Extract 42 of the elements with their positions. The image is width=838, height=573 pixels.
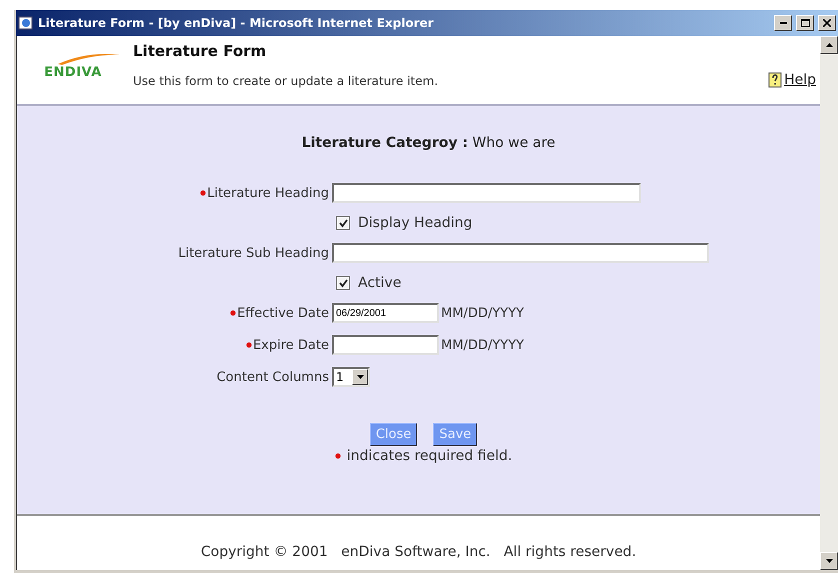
field-label: Content Columns <box>216 370 329 384</box>
date-format-hint: MM/DD/YYYY <box>441 338 524 352</box>
page-title: Literature Form <box>133 42 268 60</box>
down-arrow-icon <box>356 375 364 379</box>
minimize-button[interactable] <box>774 15 792 31</box>
field-label: Literature Sub Heading <box>178 246 329 260</box>
scrollbar[interactable] <box>820 36 838 570</box>
checkbox[interactable] <box>336 276 350 290</box>
required-note: indicates required field. <box>346 448 512 464</box>
checkmark-icon <box>338 278 348 288</box>
help-link[interactable]: Help <box>768 72 816 88</box>
field-label: Effective Date <box>230 306 329 320</box>
text-field[interactable] <box>332 183 641 203</box>
checkbox-option[interactable]: Active <box>332 275 820 291</box>
maximize-icon <box>800 19 810 27</box>
checkbox-label: Active <box>358 275 402 291</box>
field-label: Expire Date <box>246 338 329 352</box>
columns-dropdown[interactable]: 1 <box>332 367 370 387</box>
checkbox[interactable] <box>336 216 350 230</box>
down-arrow-icon <box>826 559 832 563</box>
date-field[interactable]: 06/29/2001 <box>332 303 439 323</box>
help-icon <box>768 72 782 88</box>
up-arrow-icon <box>826 43 832 47</box>
field-label: Literature Heading <box>200 186 329 200</box>
maximize-button[interactable] <box>796 15 814 31</box>
browser-icon <box>18 15 34 31</box>
copyright-text: Copyright © 2001 enDiva Software, Inc. All rights reserved. <box>200 544 636 560</box>
checkbox-option[interactable]: Display Heading <box>332 215 820 231</box>
window-title: Literature Form - [by enDiva] - Microsoft Internet Explorer <box>38 16 435 30</box>
minimize-icon <box>780 22 786 24</box>
text-field[interactable] <box>332 243 709 263</box>
scroll-up-button[interactable] <box>820 36 838 54</box>
close-button[interactable] <box>818 15 836 31</box>
company-logo: ENDIVA <box>17 36 129 104</box>
checkbox-label: Display Heading <box>358 215 472 231</box>
category-text: Literature Categroy : Who we are <box>300 135 556 151</box>
date-field[interactable] <box>332 335 439 355</box>
scroll-down-button[interactable] <box>820 552 838 570</box>
checkmark-icon <box>338 218 348 228</box>
close-icon <box>823 19 831 27</box>
page-description: Use this form to create or update a literature item. <box>133 74 438 88</box>
date-format-hint: MM/DD/YYYY <box>441 306 524 320</box>
